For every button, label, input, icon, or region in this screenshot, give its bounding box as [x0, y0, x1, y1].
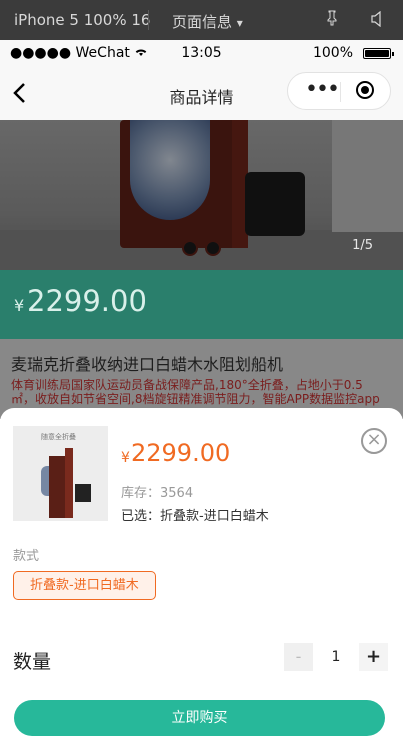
image-counter: 1/5: [352, 238, 373, 253]
product-info: 麦瑞克折叠收纳进口白蜡木水阻划船机 体育训练局国家队运动员备战保障产品,180°…: [0, 339, 403, 419]
battery-percent: 100%: [312, 45, 353, 61]
pin-icon[interactable]: [326, 10, 338, 30]
quantity-stepper: - 1 +: [284, 643, 388, 671]
product-description: 体育训练局国家队运动员备战保障产品,180°全折叠，占地小于0.5㎡，收放自如节…: [11, 378, 380, 406]
battery-icon: [363, 48, 394, 59]
buy-now-button[interactable]: 立即购买: [14, 700, 385, 736]
stock-count: 库存：3564: [121, 486, 194, 501]
quantity-input[interactable]: 1: [315, 643, 357, 671]
simulator-toolbar: iPhone 5 100% 16 页面信息 ▾: [0, 0, 403, 40]
device-selector[interactable]: iPhone 5 100% 16: [14, 11, 150, 29]
thumb-post: [65, 448, 73, 518]
image-overlay: [0, 120, 403, 270]
decrement-button[interactable]: -: [284, 643, 313, 671]
capsule-divider: [340, 82, 341, 102]
page-info-menu[interactable]: 页面信息 ▾: [172, 11, 243, 32]
sku-currency-symbol: ¥: [121, 450, 130, 466]
caret-down-icon: ▾: [236, 16, 243, 30]
sku-price: 2299.00: [131, 439, 231, 467]
price-band: ¥ 2299.00: [0, 270, 403, 339]
page-info-label: 页面信息: [172, 13, 233, 31]
sku-selector-sheet: × 随意全折叠 ¥ 2299.00 库存：3564 已选：折叠款-进口白蜡木 款…: [0, 408, 403, 752]
product-name: 麦瑞克折叠收纳进口白蜡木水阻划船机: [11, 355, 284, 374]
spec-option[interactable]: 折叠款-进口白蜡木: [13, 571, 156, 600]
product-image-carousel[interactable]: 1/5: [0, 120, 403, 270]
product-price: 2299.00: [27, 284, 147, 318]
volume-icon[interactable]: [371, 10, 385, 31]
quantity-label: 数量: [13, 651, 52, 673]
thumb-seat: [75, 484, 91, 502]
menu-capsule: •••: [287, 72, 391, 110]
thumbnail-caption: 随意全折叠: [41, 433, 76, 441]
currency-symbol: ¥: [14, 296, 25, 315]
sku-thumbnail: 随意全折叠: [13, 426, 108, 521]
toolbar-divider: [148, 10, 149, 30]
status-bar: ●●●●● WeChat 13:05 100%: [0, 40, 403, 67]
spec-label: 款式: [13, 549, 40, 564]
more-icon[interactable]: •••: [305, 79, 340, 101]
record-icon[interactable]: [356, 81, 374, 99]
close-icon[interactable]: ×: [361, 428, 387, 454]
selected-spec: 已选：折叠款-进口白蜡木: [121, 509, 269, 524]
navigation-bar: 商品详情 •••: [0, 67, 403, 120]
increment-button[interactable]: +: [359, 643, 388, 671]
